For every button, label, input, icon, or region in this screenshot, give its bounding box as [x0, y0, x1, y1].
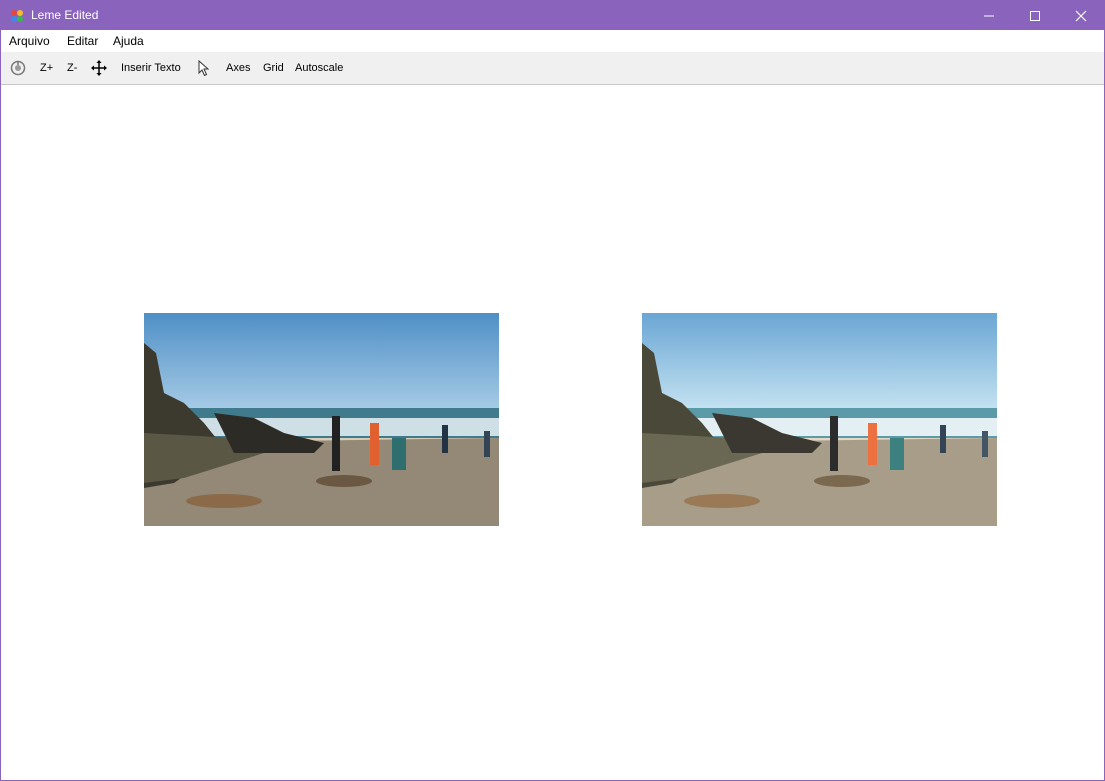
menu-ajuda[interactable]: Ajuda [113, 34, 144, 48]
app-logo-icon [11, 10, 23, 22]
insert-text-button[interactable]: Inserir Texto [121, 62, 181, 74]
autoscale-button[interactable]: Autoscale [295, 62, 343, 74]
maximize-button[interactable] [1012, 1, 1058, 30]
edited-photo [642, 313, 997, 526]
home-icon[interactable] [10, 60, 26, 76]
axes-button[interactable]: Axes [226, 62, 250, 74]
title-bar: Leme Edited [1, 1, 1104, 30]
app-window: Leme Edited Arquivo Editar Ajuda Z+ Z- I… [0, 0, 1105, 781]
grid-button[interactable]: Grid [263, 62, 284, 74]
minimize-icon [984, 15, 994, 16]
original-photo [144, 313, 499, 526]
move-icon[interactable] [91, 60, 107, 76]
toolbar: Z+ Z- Inserir Texto Axes Grid Autoscale [1, 52, 1104, 85]
menu-editar[interactable]: Editar [67, 34, 98, 48]
close-button[interactable] [1058, 1, 1104, 30]
window-title: Leme Edited [31, 8, 99, 22]
zoom-out-button[interactable]: Z- [67, 62, 77, 74]
menu-bar: Arquivo Editar Ajuda [1, 30, 1104, 51]
menu-arquivo[interactable]: Arquivo [9, 34, 50, 48]
pointer-icon[interactable] [198, 60, 212, 77]
maximize-icon [1030, 10, 1040, 21]
plot-canvas[interactable] [1, 85, 1104, 780]
minimize-button[interactable] [966, 1, 1012, 30]
close-icon [1075, 10, 1087, 21]
zoom-in-button[interactable]: Z+ [40, 62, 53, 74]
